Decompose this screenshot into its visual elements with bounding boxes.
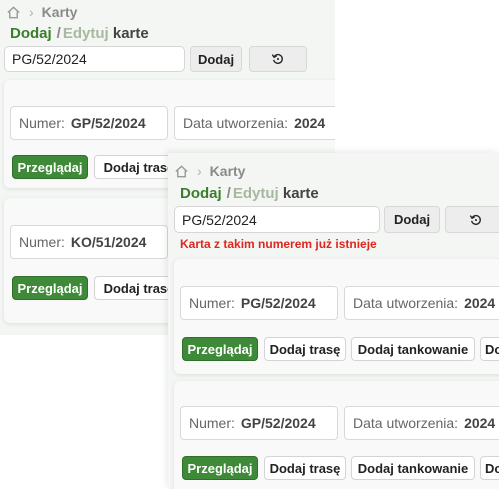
browse-button[interactable]: Przeglądaj (182, 337, 258, 361)
more-button[interactable]: Do (480, 337, 499, 361)
add-route-button[interactable]: Dodaj trasę (264, 456, 346, 480)
tab-add[interactable]: Dodaj (10, 25, 52, 42)
tab-edit[interactable]: Edytuj (63, 25, 109, 42)
number-field: Numer: GP/52/2024 (10, 106, 168, 140)
number-field: Numer: GP/52/2024 (180, 406, 338, 440)
add-route-button[interactable]: Dodaj trasę (264, 337, 346, 361)
chevron-right-icon: › (197, 163, 202, 179)
heading-suffix: karte (282, 185, 319, 202)
home-icon[interactable] (6, 5, 21, 20)
page-heading: Dodaj / Edytuj karte (10, 25, 149, 42)
add-fuel-button[interactable]: Dodaj tankowanie (351, 337, 475, 361)
page-heading: Dodaj / Edytuj karte (180, 185, 319, 202)
chevron-right-icon: › (29, 4, 34, 20)
home-icon[interactable] (174, 164, 189, 179)
card-number-input[interactable]: PG/52/2024 (4, 46, 185, 72)
heading-suffix: karte (112, 25, 149, 42)
breadcrumb: › Karty (174, 163, 245, 179)
more-button[interactable]: Do (480, 456, 499, 480)
add-button[interactable]: Dodaj (190, 46, 242, 72)
tab-edit[interactable]: Edytuj (233, 185, 279, 202)
browse-button[interactable]: Przeglądaj (12, 276, 88, 300)
breadcrumb: › Karty (6, 4, 77, 20)
breadcrumb-current: Karty (209, 163, 246, 179)
reset-button[interactable] (249, 46, 307, 72)
card-number-input[interactable]: PG/52/2024 (174, 206, 380, 233)
breadcrumb-current: Karty (41, 4, 78, 20)
card-item: Numer: GP/52/2024 Data utworzenia: 2024 Pr… (174, 381, 499, 489)
front-panel: › Karty Dodaj / Edytuj karte PG/52/2024 Do… (168, 153, 499, 489)
number-field: Numer: KO/51/2024 (10, 225, 168, 259)
reset-icon (469, 214, 481, 225)
add-button[interactable]: Dodaj (384, 206, 440, 233)
created-date-field: Data utworzenia: 2024 (344, 406, 499, 440)
browse-button[interactable]: Przeglądaj (182, 456, 258, 480)
reset-button[interactable] (445, 206, 499, 233)
tab-add[interactable]: Dodaj (180, 185, 222, 202)
browse-button[interactable]: Przeglądaj (12, 155, 88, 179)
add-fuel-button[interactable]: Dodaj tankowanie (351, 456, 475, 480)
card-item: Numer: PG/52/2024 Data utworzenia: 2024 Pr… (174, 259, 499, 374)
reset-icon (271, 53, 283, 64)
created-date-field: Data utworzenia: 2024 (344, 286, 499, 320)
number-field: Numer: PG/52/2024 (180, 286, 338, 320)
created-date-field: Data utworzenia: 2024 (174, 106, 335, 140)
error-message: Karta z takim numerem już istnieje (180, 237, 377, 251)
